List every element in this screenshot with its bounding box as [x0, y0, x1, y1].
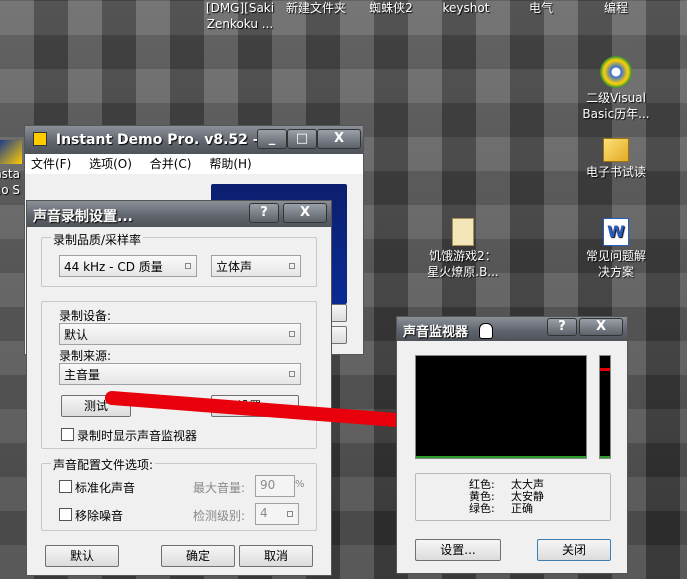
sound-monitor-window: 声音监视器 ? X 红色: 太大声 黄色: 太安静 绿色: 正确 设置... 关…: [396, 316, 628, 574]
waveform-baseline: [416, 456, 586, 458]
legend-green-meaning: 正确: [511, 502, 533, 515]
monitor-settings-button[interactable]: 设置...: [415, 539, 501, 561]
legend-green: 绿色:: [469, 502, 495, 515]
monitor-title: 声音监视器: [403, 325, 469, 340]
meter-peak: [600, 368, 610, 371]
meter-green: [600, 456, 610, 458]
waveform-display: [415, 355, 587, 459]
monitor-close-dialog-button[interactable]: 关闭: [537, 539, 611, 561]
level-meter: [599, 355, 611, 459]
monitor-help-button[interactable]: ?: [547, 318, 577, 336]
monitor-close-button[interactable]: X: [579, 318, 623, 336]
hand-cursor-icon: [479, 323, 493, 339]
